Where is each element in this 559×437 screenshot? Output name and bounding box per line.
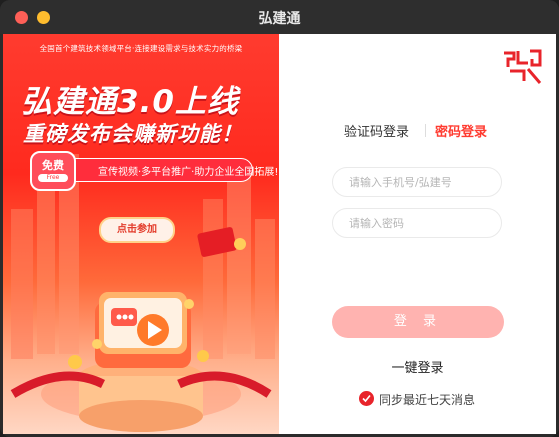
title-bar[interactable]: 弘建通 — [0, 0, 559, 34]
tab-password-login[interactable]: 密码登录 — [435, 121, 487, 140]
one-key-login-link[interactable]: 一键登录 — [279, 357, 556, 376]
checkbox-checked-icon[interactable] — [359, 391, 374, 406]
free-badge: 免费 Free — [30, 151, 76, 191]
sync-messages-label: 同步最近七天消息 — [379, 393, 476, 407]
app-window: 弘建通 全国首个建筑技术领域平台·连接建设需求与技术实力的桥梁 弘建通3.0上线… — [0, 0, 559, 437]
phone-input[interactable] — [332, 167, 502, 197]
tab-sms-login[interactable]: 验证码登录 — [344, 121, 409, 140]
promo-illustration — [10, 292, 272, 432]
tab-divider — [425, 124, 426, 137]
promo-banner[interactable]: 全国首个建筑技术领域平台·连接建设需求与技术实力的桥梁 弘建通3.0上线 重磅发… — [3, 34, 279, 434]
promo-pill: 宣传视频·多平台推广·助力企业全国拓展! — [55, 158, 278, 182]
login-tabs: 验证码登录 密码登录 — [279, 121, 556, 141]
login-panel: 验证码登录 密码登录 登 录 一键登录 同步最近七天消息 — [279, 34, 556, 434]
banner-headline: 弘建通3.0上线 — [21, 84, 239, 120]
banner-subheadline: 重磅发布会赚新功能！ — [23, 122, 243, 146]
password-input[interactable] — [332, 208, 502, 238]
join-event-button[interactable]: 点击参加 — [99, 217, 175, 243]
promo-pill-text: 宣传视频·多平台推广·助力企业全国拓展! — [98, 167, 279, 178]
window-title: 弘建通 — [258, 11, 301, 27]
login-button[interactable]: 登 录 — [332, 306, 504, 338]
free-badge-english: Free — [38, 174, 68, 182]
app-logo-icon — [504, 49, 542, 84]
free-badge-label: 免费 — [42, 159, 64, 172]
banner-tagline: 全国首个建筑技术领域平台·连接建设需求与技术实力的桥梁 — [39, 44, 243, 53]
